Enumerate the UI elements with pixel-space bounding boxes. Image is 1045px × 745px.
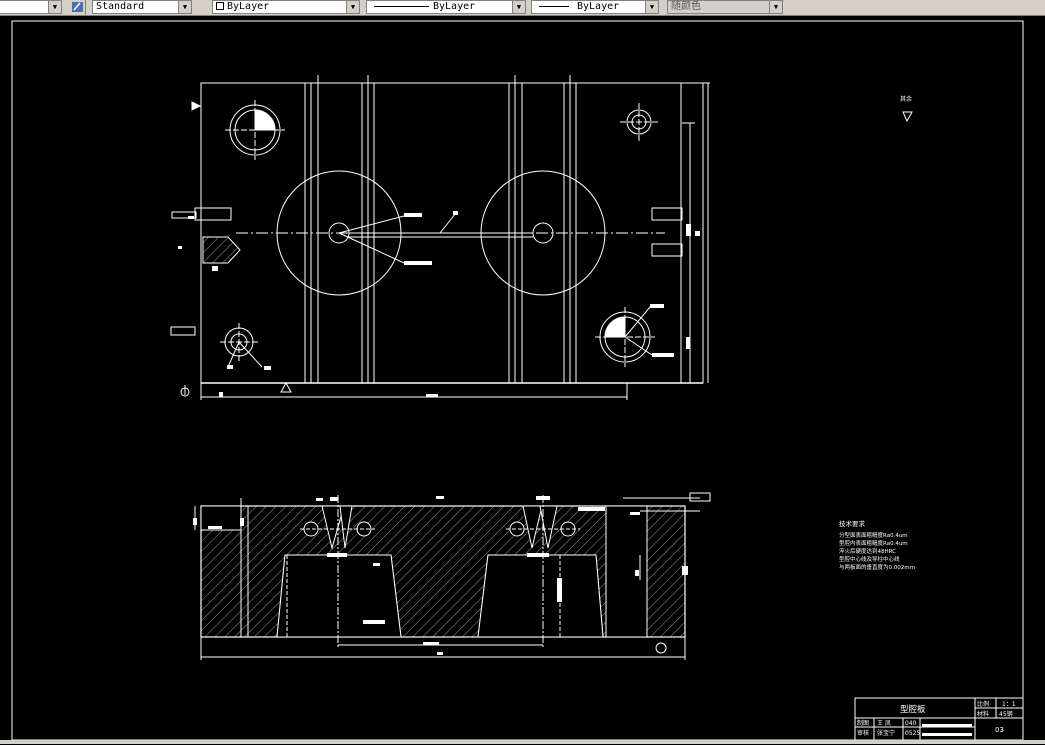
chevron-down-icon[interactable]: ▼ [769, 1, 782, 13]
status-bar [0, 740, 1045, 744]
note-line: 淬火后硬度达到48HRC [839, 547, 896, 555]
scale-value: 1：1 [1002, 701, 1016, 708]
note-line: 分型面表面粗糙度Ra0.4um [839, 531, 908, 539]
sheet-number: 03 [995, 726, 1004, 734]
text-style-value: Standard [96, 1, 145, 12]
linetype-combo[interactable]: ByLayer ▼ [366, 0, 526, 14]
properties-toolbar: ▼ Standard ▼ ByLayer ▼ ByLayer ▼ ByLayer… [0, 0, 1045, 16]
notes-title: 技术要求 [839, 519, 866, 528]
text-style-combo[interactable]: Standard ▼ [92, 0, 192, 14]
drawn-code: 040 [905, 720, 917, 727]
lineweight-combo[interactable]: ByLayer ▼ [531, 0, 659, 14]
drawn-label: 制图 [857, 719, 869, 727]
checked-label: 审核 [857, 729, 869, 737]
top-view-text-marks [178, 211, 700, 397]
line-sample-icon [539, 5, 569, 7]
checked-name: 张宝宁 [877, 729, 895, 737]
chevron-down-icon[interactable]: ▼ [178, 1, 191, 13]
chevron-down-icon[interactable]: ▼ [645, 1, 658, 13]
layer-value: ByLayer [227, 1, 270, 12]
checked-code: 0525 [905, 730, 920, 737]
note-line: 型腔中心线及导柱中心线 [839, 555, 900, 563]
note-line: 与两板面的垂直度为0.002mm [839, 563, 915, 571]
color-combo[interactable]: 随颜色 ▼ [667, 0, 783, 14]
svg-text:其余: 其余 [900, 95, 912, 103]
model-space[interactable]: 其余 技术要求 分型面表面粗糙度Ra0.4um 型腔内表面粗糙度Ra0.4um … [0, 16, 1045, 741]
part-name: 型腔板 [900, 704, 926, 715]
material-label: 材料 [977, 710, 989, 718]
line-sample-icon [374, 5, 429, 7]
scale-label: 比例 [977, 700, 989, 708]
chevron-down-icon[interactable]: ▼ [48, 1, 61, 13]
chevron-down-icon[interactable]: ▼ [512, 1, 525, 13]
lineweight-value: ByLayer [577, 1, 620, 12]
color-swatch-icon [216, 2, 224, 10]
note-line: 型腔内表面粗糙度Ra0.4um [839, 539, 908, 547]
linetype-value: ByLayer [433, 1, 476, 12]
color-value: 随颜色 [671, 1, 701, 12]
top-view [170, 75, 710, 400]
roughness-symbol: 其余 [900, 95, 913, 123]
prev-combo[interactable]: ▼ [0, 0, 62, 14]
chevron-down-icon[interactable]: ▼ [346, 1, 359, 13]
material-value: 45钢 [999, 710, 1013, 718]
technical-notes: 技术要求 分型面表面粗糙度Ra0.4um 型腔内表面粗糙度Ra0.4um 淬火后… [839, 519, 915, 571]
layer-combo[interactable]: ByLayer ▼ [212, 0, 360, 14]
text-style-icon[interactable] [70, 0, 86, 15]
section-view [194, 495, 700, 660]
drawn-name: 王 凤 [877, 720, 891, 727]
